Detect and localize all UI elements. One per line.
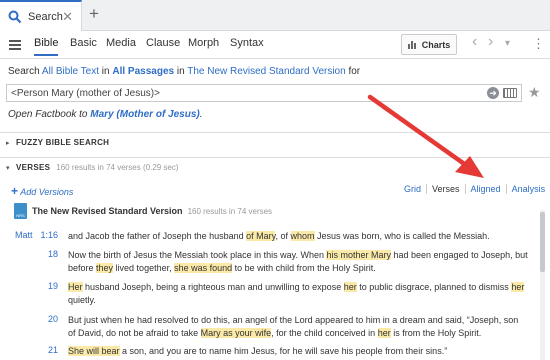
star-icon[interactable]: ★: [528, 84, 541, 101]
results-summary: 160 results in 74 verses (0.29 sec): [56, 163, 179, 172]
verses-section[interactable]: ▾ VERSES 160 results in 74 verses (0.29 …: [0, 157, 550, 177]
verse-segment: and Jacob the father of Joseph the husba…: [68, 231, 247, 241]
chart-icon: [407, 41, 416, 49]
more-icon[interactable]: ⋮: [532, 36, 545, 52]
search-input[interactable]: <Person Mary (mother of Jesus)> ➜: [6, 84, 522, 102]
in-text-2: in: [176, 66, 185, 77]
plus-icon: +: [11, 184, 19, 198]
close-icon[interactable]: ✕: [62, 9, 73, 25]
verse-segment: , of: [275, 231, 291, 241]
hamburger-icon[interactable]: [9, 40, 21, 50]
verse-segment: a son, and you are to name him Jesus, fo…: [119, 346, 448, 356]
version-link[interactable]: The New Revised Standard Version: [187, 66, 345, 77]
tab-media[interactable]: Media: [106, 37, 136, 49]
view-verses[interactable]: Verses: [427, 184, 466, 194]
fuzzy-search-section[interactable]: ▸ FUZZY BIBLE SEARCH: [0, 132, 550, 152]
go-icon[interactable]: ➜: [487, 87, 499, 99]
verse-segment: quietly.: [68, 295, 96, 305]
add-versions-link[interactable]: + Add Versions: [11, 184, 73, 198]
verse-text: She will bear a son, and you are to name…: [68, 345, 528, 358]
verse-number[interactable]: 19: [18, 281, 58, 291]
tab-syntax[interactable]: Syntax: [230, 37, 264, 49]
highlighted-match[interactable]: Her: [68, 282, 83, 292]
tab-label: Search: [28, 10, 63, 23]
verse-segment: Jesus was born, who is called the Messia…: [314, 231, 490, 241]
keyboard-icon[interactable]: [503, 88, 517, 98]
verse-text: and Jacob the father of Joseph the husba…: [68, 230, 528, 243]
back-icon[interactable]: ‹: [472, 33, 477, 51]
highlighted-match[interactable]: her: [343, 282, 357, 292]
view-grid[interactable]: Grid: [399, 184, 428, 194]
highlighted-match[interactable]: of Mary: [246, 231, 276, 241]
chevron-down-icon: ▾: [6, 164, 10, 172]
plus-icon[interactable]: +: [89, 4, 99, 24]
scrollbar-thumb[interactable]: [540, 212, 545, 272]
book-icon: NRS: [14, 203, 27, 219]
highlighted-match[interactable]: his mother Mary: [326, 250, 391, 260]
factbook-link[interactable]: Mary (Mother of Jesus): [90, 109, 199, 120]
tab-bar: Search ✕ +: [0, 0, 550, 31]
verse-number[interactable]: 21: [18, 345, 58, 355]
verse-segment: Now the birth of Jesus the Messiah took …: [68, 250, 327, 260]
version-name[interactable]: The New Revised Standard Version: [32, 206, 183, 216]
tab-bible[interactable]: Bible: [34, 37, 59, 56]
chevron-right-icon: ▸: [6, 139, 10, 147]
view-aligned[interactable]: Aligned: [466, 184, 507, 194]
factbook-suffix: .: [199, 109, 203, 120]
chevron-down-icon[interactable]: ▾: [505, 38, 510, 49]
verse-number[interactable]: 18: [18, 249, 58, 259]
verse-number[interactable]: 20: [18, 314, 58, 324]
section-title: FUZZY BIBLE SEARCH: [16, 138, 110, 147]
verse-text: Her husband Joseph, being a righteous ma…: [68, 281, 528, 307]
tab-morph[interactable]: Morph: [188, 37, 219, 49]
passages-link[interactable]: All Passages: [112, 66, 174, 77]
verse-segment: husband Joseph, being a righteous man an…: [82, 282, 344, 292]
for-text: for: [348, 66, 361, 77]
verse-text: But just when he had resolved to do this…: [68, 314, 528, 340]
charts-button[interactable]: Charts: [401, 34, 457, 55]
search-query-text: <Person Mary (mother of Jesus)>: [11, 88, 160, 99]
highlighted-match[interactable]: her: [377, 328, 391, 338]
view-analysis[interactable]: Analysis: [507, 184, 550, 194]
highlighted-match[interactable]: her: [511, 282, 525, 292]
search-icon: [8, 10, 22, 23]
verse-text: Now the birth of Jesus the Messiah took …: [68, 249, 528, 275]
verse-segment: , for the child conceived in: [271, 328, 378, 338]
view-switcher: Grid Verses Aligned Analysis: [399, 184, 550, 194]
highlighted-match[interactable]: they: [96, 263, 114, 273]
scope-link[interactable]: All Bible Text: [42, 66, 99, 77]
version-count: 160 results in 74 verses: [187, 206, 273, 216]
factbook-prefix: Open Factbook to: [8, 109, 88, 120]
factbook-suggestion: Open Factbook to Mary (Mother of Jesus).: [8, 109, 203, 120]
tab-clause[interactable]: Clause: [146, 37, 180, 49]
highlighted-match[interactable]: She will bear: [68, 346, 120, 356]
search-scope-line: Search All Bible Text in All Passages in…: [8, 66, 360, 77]
tab-search[interactable]: Search ✕: [0, 0, 82, 31]
search-kind-toolbar: Bible Basic Media Clause Morph Syntax Ch…: [0, 31, 550, 59]
verse-segment: is from the Holy Spirit.: [390, 328, 482, 338]
version-header: NRS The New Revised Standard Version 160…: [14, 203, 272, 219]
highlighted-match[interactable]: Mary as your wife: [200, 328, 272, 338]
verse-segment: to public disgrace, planned to dismiss: [356, 282, 512, 292]
highlighted-match[interactable]: whom: [290, 231, 315, 241]
charts-label: Charts: [421, 39, 451, 50]
verse-segment: lived together,: [113, 263, 175, 273]
section-title: VERSES: [16, 163, 51, 172]
in-text: in: [101, 66, 110, 77]
verse-segment: to be with child from the Holy Spirit.: [232, 263, 376, 273]
forward-icon[interactable]: ›: [488, 33, 493, 51]
search-prefix: Search: [8, 66, 40, 77]
highlighted-match[interactable]: she was found: [174, 263, 233, 273]
add-versions-label: Add Versions: [20, 187, 74, 197]
verse-number[interactable]: 1:16: [18, 230, 58, 240]
tab-basic[interactable]: Basic: [70, 37, 97, 49]
